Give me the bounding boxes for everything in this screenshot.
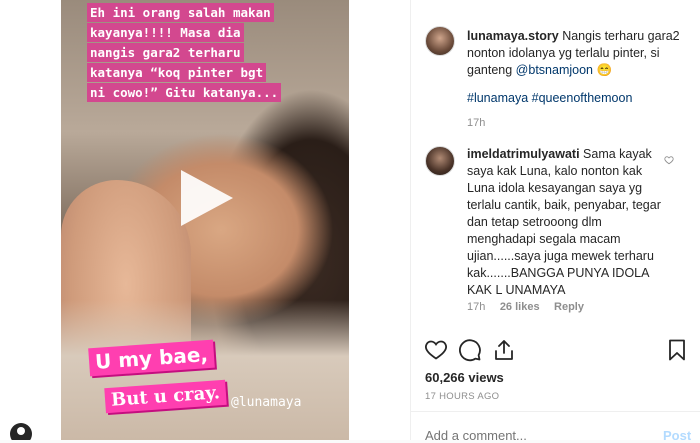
author-avatar[interactable] [425,26,455,56]
story-caption-line: kayanya!!!! Masa dia [87,23,244,42]
story-caption-line: nangis gara2 terharu [87,43,244,62]
comment-icon[interactable] [458,338,482,362]
comment-body: imeldatrimulyawati Sama kayak saya kak L… [467,146,669,299]
post-caption: lunamaya.story Nangis terharu gara2 nont… [467,28,689,79]
caption-hashtags[interactable]: #lunamaya #queenofthemoon [467,90,632,107]
story-caption-line: ni cowo!” Gitu katanya... [87,83,282,102]
mention-tag: @lunamaya [231,395,302,410]
caption-time: 17h [467,117,486,129]
commenter-username[interactable]: imeldatrimulyawati [467,147,580,161]
media-panel: Eh ini orang salah makan kayanya!!!! Mas… [0,0,410,440]
commenter-avatar[interactable] [425,146,455,176]
action-bar [411,338,700,366]
reply-button[interactable]: Reply [554,301,584,313]
comment-like-icon[interactable] [664,155,674,165]
post-timestamp: 17 HOURS AGO [425,391,500,402]
user-tag-icon[interactable] [10,423,32,440]
caption-emoji: 😁 [596,63,613,77]
caption-mention[interactable]: @btsnamjoon [516,63,593,77]
comment-time: 17h [467,301,486,313]
comment-likes[interactable]: 26 likes [500,301,540,313]
bookmark-icon[interactable] [665,338,689,362]
composer-divider [411,411,700,412]
play-icon[interactable] [181,170,233,226]
story-caption-line: Eh ini orang salah makan [87,3,274,22]
post-comment-button[interactable]: Post [663,428,691,443]
share-icon[interactable] [492,338,516,362]
comments-panel: lunamaya.story Nangis terharu gara2 nont… [411,0,700,443]
heart-icon[interactable] [424,338,448,362]
comment-meta: 17h 26 likes Reply [467,297,584,315]
author-username[interactable]: lunamaya.story [467,29,559,43]
story-video[interactable]: Eh ini orang salah makan kayanya!!!! Mas… [61,0,349,440]
add-comment-input[interactable] [425,428,625,443]
story-caption-line: katanya “koq pinter bgt [87,63,267,82]
comment-text: Sama kayak saya kak Luna, kalo nonton ka… [467,147,661,297]
view-count[interactable]: 60,266 views [425,370,504,385]
